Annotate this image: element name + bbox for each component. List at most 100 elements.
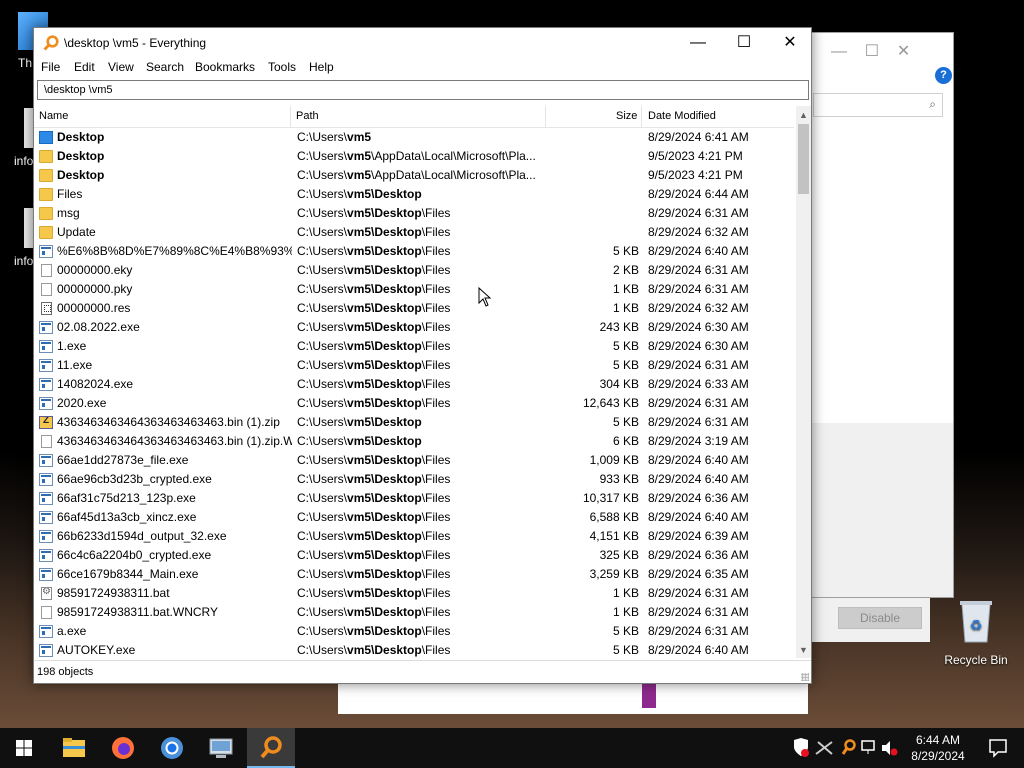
list-item[interactable]: 1.exe C:\Users\vm5\Desktop\Files 5 KB 8/29/… [34,337,796,356]
list-item[interactable]: 66ce1679b8344_Main.exe C:\Users\vm5\Deskt… [34,565,796,584]
maximize-button[interactable]: ☐ [721,28,767,58]
system-clock[interactable]: 6:44 AM 8/29/2024 [900,732,976,764]
list-item[interactable]: 2020.exe C:\Users\vm5\Desktop\Files 12,643… [34,394,796,413]
volume-muted-icon [882,741,898,756]
minimize-button[interactable]: — [675,28,721,58]
notification-center-icon[interactable] [978,728,1018,768]
path-suffix: \Files [421,225,451,239]
list-item[interactable]: 02.08.2022.exe C:\Users\vm5\Desktop\Files… [34,318,796,337]
status-bar: 198 objects [34,660,811,683]
close-button[interactable]: ✕ [767,28,813,58]
background-search-box[interactable]: ⌕ [813,93,943,117]
menu-help[interactable]: Help [309,60,334,74]
system-tray[interactable] [788,728,900,768]
column-size[interactable]: Size [616,110,637,122]
firefox-icon [112,737,134,759]
file-date-modified: 8/29/2024 3:19 AM [648,434,749,448]
list-item[interactable]: Desktop C:\Users\vm5\AppData\Local\Micros… [34,166,796,185]
scroll-thumb[interactable] [798,124,809,194]
file-path: C:\Users\vm5\Desktop\Files [297,377,552,391]
file-date-modified: 8/29/2024 6:31 AM [648,282,749,296]
list-item[interactable]: a.exe C:\Users\vm5\Desktop\Files 5 KB 8/29/… [34,622,796,641]
list-item[interactable]: 00000000.eky C:\Users\vm5\Desktop\Files 2 … [34,261,796,280]
column-date-modified[interactable]: Date Modified [648,110,716,122]
path-prefix: C:\Users\ [297,149,348,163]
file-path: C:\Users\vm5\Desktop\Files [297,396,552,410]
path-suffix: \Files [421,244,451,258]
taskbar-chrome[interactable] [148,728,196,768]
list-item[interactable]: Desktop C:\Users\vm5 8/29/2024 6:41 AM [34,128,796,147]
folder-icon [39,150,53,163]
everything-icon [260,736,282,759]
file-path: C:\Users\vm5\Desktop\Files [297,548,552,562]
search-input[interactable]: \desktop \vm5 [37,80,809,100]
list-item[interactable]: 98591724938311.bat.WNCRY C:\Users\vm5\Des… [34,603,796,622]
list-item[interactable]: msg C:\Users\vm5\Desktop\Files 8/29/2024 6… [34,204,796,223]
path-prefix: C:\Users\ [297,244,348,258]
file-date-modified: 8/29/2024 6:31 AM [648,358,749,372]
list-item[interactable]: Update C:\Users\vm5\Desktop\Files 8/29/202… [34,223,796,242]
taskbar-everything[interactable] [247,728,295,768]
list-item[interactable]: 14082024.exe C:\Users\vm5\Desktop\Files 30… [34,375,796,394]
taskbar-network-app[interactable] [197,728,245,768]
taskbar-file-explorer[interactable] [50,728,98,768]
exe-icon [39,568,53,581]
list-item[interactable]: 00000000.res C:\Users\vm5\Desktop\Files 1 … [34,299,796,318]
help-icon[interactable]: ? [935,67,952,84]
list-item[interactable]: Files C:\Users\vm5\Desktop 8/29/2024 6:44 … [34,185,796,204]
list-item[interactable]: 00000000.pky C:\Users\vm5\Desktop\Files 1 … [34,280,796,299]
file-date-modified: 8/29/2024 6:31 AM [648,586,749,600]
window-title: \desktop \vm5 - Everything [64,36,207,50]
list-item[interactable]: 66ae96cb3d23b_crypted.exe C:\Users\vm5\De… [34,470,796,489]
file-path: C:\Users\vm5\AppData\Local\Microsoft\Pla… [297,149,552,163]
file-name: 66ae96cb3d23b_crypted.exe [57,472,212,486]
list-item[interactable]: AUTOKEY.exe C:\Users\vm5\Desktop\Files 5 K… [34,641,796,658]
path-suffix: \Files [421,491,451,505]
everything-window[interactable]: \desktop \vm5 - Everything — ☐ ✕ File Ed… [33,27,812,684]
disable-button[interactable]: Disable [838,607,922,629]
list-item[interactable]: 66c4c6a2204b0_crypted.exe C:\Users\vm5\De… [34,546,796,565]
vertical-scrollbar[interactable]: ▲ ▼ [796,106,811,658]
list-item[interactable]: 66b6233d1594d_output_32.exe C:\Users\vm5\… [34,527,796,546]
background-window[interactable]: — ☐ ✕ ? ⌕ [810,32,954,598]
results-list[interactable]: Desktop C:\Users\vm5 8/29/2024 6:41 AM Desk… [34,128,796,658]
file-name: 00000000.pky [57,282,133,296]
list-item[interactable]: 66af31c75d213_123p.exe C:\Users\vm5\Deskt… [34,489,796,508]
menu-search[interactable]: Search [146,60,184,74]
bat-icon [41,587,52,600]
menu-tools[interactable]: Tools [268,60,296,74]
list-item[interactable]: 98591724938311.bat C:\Users\vm5\Desktop\F… [34,584,796,603]
recycle-bin[interactable]: ♻ Recycle Bin [940,598,1012,667]
list-item[interactable]: 66af45d13a3cb_xincz.exe C:\Users\vm5\Desk… [34,508,796,527]
column-path[interactable]: Path [296,110,319,122]
path-suffix: \Files [421,301,451,315]
title-bar[interactable]: \desktop \vm5 - Everything — ☐ ✕ [34,28,811,58]
clock-date: 8/29/2024 [911,749,965,763]
scroll-down-icon[interactable]: ▼ [796,643,811,658]
path-match: vm5\Desktop [347,358,422,372]
taskbar-firefox[interactable] [99,728,147,768]
file-path: C:\Users\vm5\Desktop\Files [297,605,552,619]
list-item[interactable]: Desktop C:\Users\vm5\AppData\Local\Micros… [34,147,796,166]
list-item[interactable]: 66ae1dd27873e_file.exe C:\Users\vm5\Deskt… [34,451,796,470]
resize-grip-icon[interactable] [801,673,809,681]
list-item[interactable]: 4363463463464363463463463.bin (1).zip.W.… [34,432,796,451]
start-button[interactable] [0,728,48,768]
list-item[interactable]: 11.exe C:\Users\vm5\Desktop\Files 5 KB 8/29… [34,356,796,375]
scroll-up-icon[interactable]: ▲ [796,108,811,123]
exe-icon [39,644,53,657]
column-name[interactable]: Name [39,110,68,122]
file-icon [41,283,52,296]
menu-edit[interactable]: Edit [74,60,95,74]
exe-icon [39,530,53,543]
file-size: 5 KB [612,415,639,429]
file-name: 66ce1679b8344_Main.exe [57,567,199,581]
menu-view[interactable]: View [108,60,134,74]
file-name: AUTOKEY.exe [57,643,136,657]
file-date-modified: 8/29/2024 6:39 AM [648,529,749,543]
menu-file[interactable]: File [41,60,60,74]
menu-bookmarks[interactable]: Bookmarks [195,60,255,74]
file-path: C:\Users\vm5\Desktop\Files [297,567,552,581]
list-item[interactable]: 4363463463464363463463463.bin (1).zip C:\… [34,413,796,432]
list-item[interactable]: %E6%8B%8D%E7%89%8C%E4%B8%93%E... C:\Users… [34,242,796,261]
